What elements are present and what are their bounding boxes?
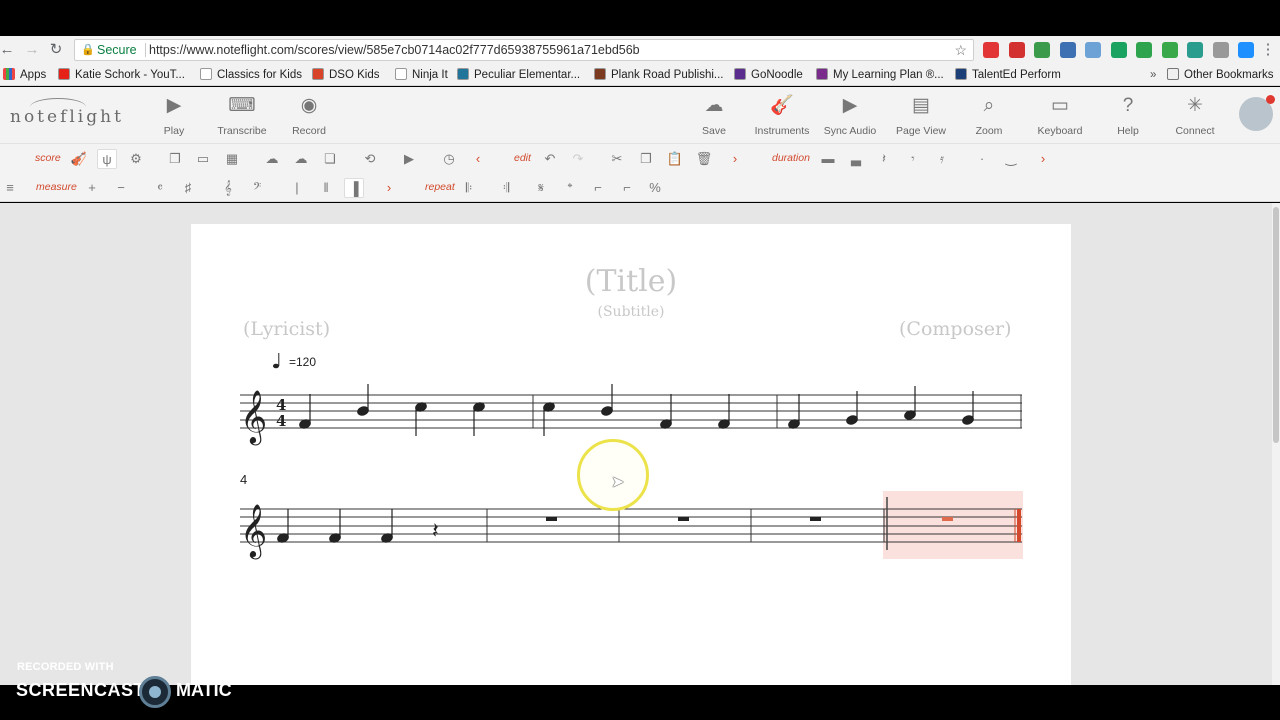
screencast-brand-left: SCREENCAST	[16, 680, 146, 700]
note[interactable]	[961, 391, 974, 426]
final-barline-thick	[1017, 509, 1021, 542]
note[interactable]	[472, 401, 485, 436]
note[interactable]	[414, 401, 427, 436]
whole-rest-selected[interactable]	[942, 517, 953, 521]
recorded-with-label: RECORDED WITH	[17, 661, 114, 673]
screencast-logo-icon	[139, 676, 171, 708]
treble-clef-2: 𝄞	[240, 503, 267, 559]
tempo-note-head	[273, 363, 279, 369]
whole-rest[interactable]	[810, 517, 821, 521]
note[interactable]	[717, 394, 730, 430]
music-notation[interactable]: 𝄞 𝄞 4 4 𝄽	[0, 0, 1280, 720]
note[interactable]	[542, 401, 555, 436]
note[interactable]	[600, 384, 613, 417]
note[interactable]	[356, 384, 369, 417]
quarter-rest[interactable]: 𝄽	[432, 519, 439, 544]
whole-rest[interactable]	[678, 517, 689, 521]
note[interactable]	[845, 391, 858, 426]
note[interactable]	[659, 394, 672, 430]
mouse-pointer-icon: ➤	[611, 474, 625, 491]
note[interactable]	[298, 394, 311, 430]
whole-rest[interactable]	[546, 517, 557, 521]
time-signature-denominator: 4	[276, 412, 286, 430]
note[interactable]	[787, 394, 800, 430]
treble-clef-1: 𝄞	[240, 389, 267, 445]
screencast-brand-right: MATIC	[176, 680, 232, 700]
